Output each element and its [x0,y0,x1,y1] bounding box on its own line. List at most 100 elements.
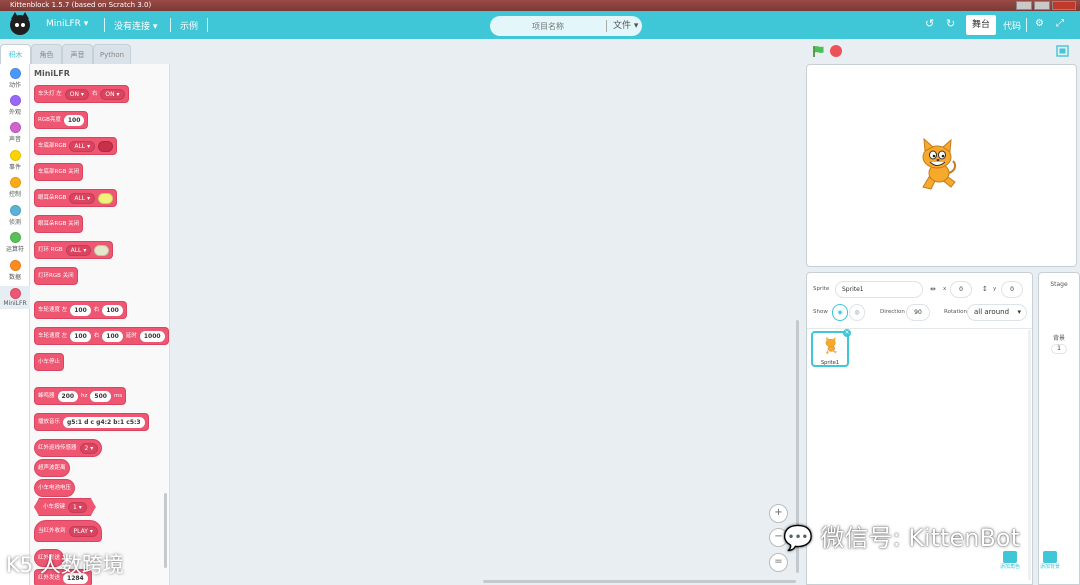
green-flag-icon[interactable] [812,45,826,57]
block-eye-rgb-off[interactable]: 眼耳朵RGB 关闭 [34,215,84,233]
color-picker-swatch[interactable] [98,140,114,152]
block-bottom-rgb[interactable]: 车底部RGB ALL ▾ [34,137,118,155]
category-dot-icon [9,150,21,161]
block-eye-rgb[interactable]: 眼耳朵RGB ALL ▾ [34,189,118,207]
redo-icon[interactable]: ↻ [946,17,955,30]
category-dot-icon [9,177,21,188]
file-menu[interactable]: 文件 ▾ [606,20,638,32]
category-motion[interactable]: 动作 [0,68,30,89]
direction-input[interactable]: 90 [906,304,930,321]
stage-mode-button[interactable]: 舞台 [966,15,996,35]
block-wheel-speed[interactable]: 车轮速度 左 100 右 100 [34,301,127,319]
tab-sounds[interactable]: 声音 [62,44,93,64]
headlight-right-dropdown[interactable]: ON ▾ [100,88,125,100]
minimize-button[interactable] [1016,1,1032,10]
delay-input[interactable]: 1000 [139,330,165,342]
workspace-horizontal-scrollbar[interactable] [483,580,796,583]
block-ring-rgb[interactable]: 灯环 RGB ALL ▾ [34,241,114,259]
stage-selector-panel[interactable]: Stage 背景 1 [1038,272,1080,585]
menu-divider [170,18,171,32]
rotation-style-select[interactable]: all around ▾ [967,304,1027,321]
device-menu[interactable]: MiniLFR ▾ [46,19,88,29]
undo-icon[interactable]: ↺ [925,17,934,30]
tab-costumes[interactable]: 角色 [31,44,62,64]
fullscreen-toggle-icon[interactable]: ⤢ [1056,18,1064,29]
category-dot-icon [9,232,21,243]
block-ir-line-sensor[interactable]: 红外巡线传感器 2 ▾ [34,439,103,457]
bottom-rgb-dropdown[interactable]: ALL ▾ [69,140,96,152]
y-position-input[interactable]: 0 [1001,281,1023,298]
zoom-reset-button[interactable]: = [769,553,788,572]
color-picker-swatch[interactable] [94,244,110,256]
category-sensing[interactable]: 侦测 [0,205,30,226]
eye-rgb-dropdown[interactable]: ALL ▾ [69,192,96,204]
delete-sprite-icon[interactable]: × [843,329,851,337]
cat-sprite-icon[interactable] [915,137,961,195]
category-variables[interactable]: 数据 [0,260,30,281]
right-speed-input[interactable]: 100 [102,304,123,316]
block-ir-received-hat[interactable]: 当红外收到 PLAY ▾ [34,520,102,542]
stage-canvas[interactable] [806,64,1077,267]
show-visible-button[interactable]: ◉ [832,304,848,321]
left-speed-input[interactable]: 100 [70,330,91,342]
editor-tabs: 积木 角色 声音 Python [0,44,131,64]
block-car-button[interactable]: 小车按键 1 ▾ [34,498,96,516]
tab-python[interactable]: Python [93,44,131,64]
sensor-dropdown[interactable]: 2 ▾ [79,442,99,454]
block-headlight[interactable]: 车头灯 左 ON ▾ 右 ON ▾ [34,85,129,103]
block-battery-voltage[interactable]: 小车电池电压 [34,479,76,497]
x-position-input[interactable]: 0 [950,281,972,298]
left-speed-input[interactable]: 100 [70,304,91,316]
maximize-button[interactable] [1034,1,1050,10]
block-rgb-brightness[interactable]: RGB亮度 100 [34,111,89,129]
block-ring-rgb-off[interactable]: 灯环RGB 关闭 [34,267,78,285]
sprite-thumbnail[interactable]: Sprite1 × [811,329,851,367]
menu-divider [207,18,208,32]
tab-blocks[interactable]: 积木 [0,44,31,64]
category-control[interactable]: 控制 [0,177,30,198]
block-car-stop[interactable]: 小车停止 [34,353,65,371]
y-position-icon: ↕ [982,285,988,293]
stop-icon[interactable] [830,45,842,57]
fullscreen-icon[interactable] [1056,45,1069,57]
add-sprite-button[interactable]: 添加角色 [1000,551,1020,570]
block-play-music[interactable]: 播放音乐 g5:1 d c g4:2 b:1 c5:3 [34,413,149,431]
project-name-wrapper: 文件 ▾ [490,16,642,36]
category-sound[interactable]: 声音 [0,122,30,143]
color-picker-swatch[interactable] [98,192,114,204]
menu-divider [104,18,105,32]
window-titlebar: Kittenblock 1.5.7 (based on Scratch 3.0) [0,0,1080,11]
palette-scrollbar[interactable] [164,493,167,568]
button-dropdown[interactable]: 1 ▾ [68,502,87,513]
category-looks[interactable]: 外观 [0,95,30,116]
category-minilfr[interactable]: MiniLFR [0,286,30,309]
block-ultrasonic-distance[interactable]: 超声波距离 [34,459,70,477]
duration-input[interactable]: 500 [90,390,111,402]
connection-menu[interactable]: 没有连接 ▾ [114,19,157,32]
block-wheel-speed-delay[interactable]: 车轮速度 左 100 右 100 延时 1000 [34,327,169,345]
block-buzzer[interactable]: 蜂鸣器 200 hz 500 ms [34,387,127,405]
gear-icon[interactable]: ⚙ [1035,18,1044,29]
show-hidden-button[interactable]: ◎ [849,304,865,321]
sprite-name-input[interactable]: Sprite1 [835,281,923,298]
add-backdrop-button[interactable]: 添加背景 [1040,551,1060,570]
examples-menu[interactable]: 示例 [180,19,198,32]
frequency-input[interactable]: 200 [57,390,79,402]
block-bottom-rgb-off[interactable]: 车底部RGB 关闭 [34,163,84,181]
right-speed-input[interactable]: 100 [102,330,123,342]
close-button[interactable] [1052,1,1076,10]
project-name-input[interactable] [498,19,598,33]
corner-logo-watermark: K5 人数跨境 [6,553,124,577]
category-events[interactable]: 事件 [0,150,30,171]
ir-key-dropdown[interactable]: PLAY ▾ [68,525,98,537]
brightness-input[interactable]: 100 [63,114,85,126]
sprite-list-scrollbar[interactable] [1028,330,1031,580]
melody-input[interactable]: g5:1 d c g4:2 b:1 c5:3 [63,416,145,428]
ring-rgb-dropdown[interactable]: ALL ▾ [65,244,92,256]
headlight-left-dropdown[interactable]: ON ▾ [64,88,89,100]
code-mode-button[interactable]: 代码 [1003,19,1021,32]
category-operators[interactable]: 运算符 [0,232,30,253]
code-workspace[interactable] [171,64,801,585]
sprite-panel-divider [807,328,1032,329]
backdrops-label: 背景 [1052,335,1065,342]
